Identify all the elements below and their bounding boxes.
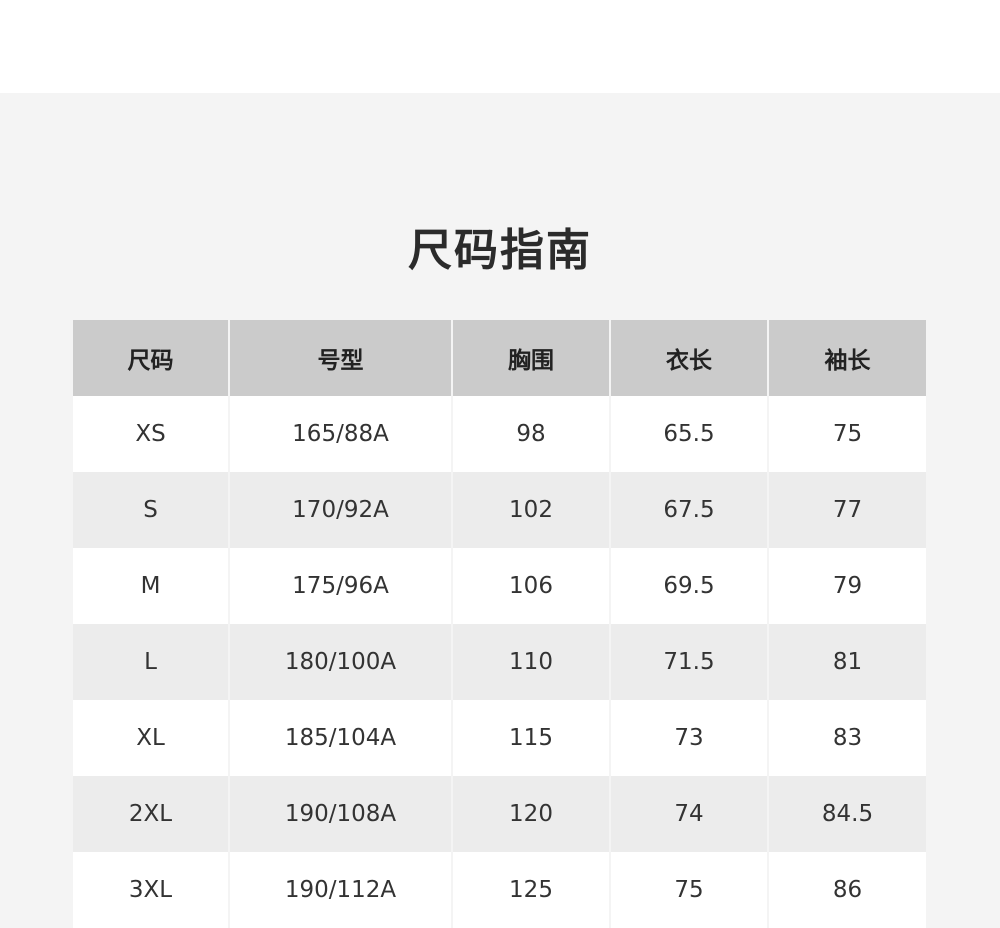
page-title: 尺码指南 [408,225,592,277]
cell-chest: 98 [451,396,610,472]
cell-size: XS [73,396,229,472]
cell-model: 175/96A [228,548,452,624]
cell-model: 185/104A [228,700,452,776]
cell-sleeve: 75 [767,396,926,472]
cell-chest: 106 [451,548,610,624]
table-row: L 180/100A 110 71.5 81 [73,624,926,700]
cell-chest: 102 [451,472,610,548]
cell-sleeve: 86 [767,852,926,928]
cell-length: 65.5 [609,396,768,472]
cell-chest: 110 [451,624,610,700]
table-row: XS 165/88A 98 65.5 75 [73,396,926,472]
size-table: 尺码 号型 胸围 衣长 袖长 XS 165/88A 98 65.5 75 S 1… [73,320,926,928]
cell-length: 67.5 [609,472,768,548]
header-length: 衣长 [609,320,768,396]
cell-length: 75 [609,852,768,928]
cell-size: XL [73,700,229,776]
cell-model: 190/108A [228,776,452,852]
cell-size: S [73,472,229,548]
table-row: 3XL 190/112A 125 75 86 [73,852,926,928]
table-row: 2XL 190/108A 120 74 84.5 [73,776,926,852]
cell-sleeve: 79 [767,548,926,624]
cell-chest: 120 [451,776,610,852]
header-chest: 胸围 [451,320,610,396]
cell-chest: 125 [451,852,610,928]
cell-model: 190/112A [228,852,452,928]
cell-sleeve: 81 [767,624,926,700]
table-row: M 175/96A 106 69.5 79 [73,548,926,624]
cell-size: 2XL [73,776,229,852]
top-band [0,0,1000,93]
cell-sleeve: 77 [767,472,926,548]
cell-size: M [73,548,229,624]
cell-model: 165/88A [228,396,452,472]
cell-model: 170/92A [228,472,452,548]
header-model: 号型 [228,320,452,396]
table-header-row: 尺码 号型 胸围 衣长 袖长 [73,320,926,396]
header-sleeve: 袖长 [767,320,926,396]
table-row: XL 185/104A 115 73 83 [73,700,926,776]
header-size: 尺码 [73,320,229,396]
cell-size: 3XL [73,852,229,928]
cell-model: 180/100A [228,624,452,700]
cell-size: L [73,624,229,700]
cell-chest: 115 [451,700,610,776]
cell-length: 73 [609,700,768,776]
cell-sleeve: 83 [767,700,926,776]
cell-length: 69.5 [609,548,768,624]
cell-length: 74 [609,776,768,852]
cell-length: 71.5 [609,624,768,700]
cell-sleeve: 84.5 [767,776,926,852]
table-row: S 170/92A 102 67.5 77 [73,472,926,548]
